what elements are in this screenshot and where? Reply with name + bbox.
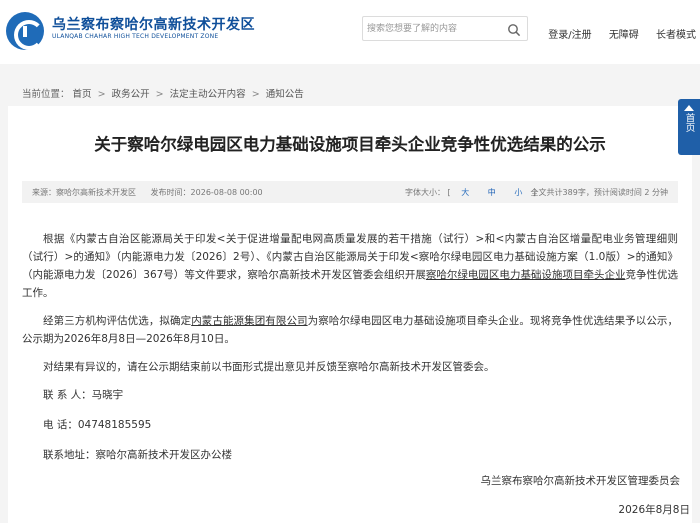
elder-mode-link[interactable]: 长者模式 xyxy=(656,30,696,41)
logo-icon[interactable] xyxy=(6,12,44,50)
breadcrumb-prefix: 当前位置： xyxy=(22,89,70,100)
article-title: 关于察哈尔绿电园区电力基础设施项目牵头企业竞争性优选结果的公示 xyxy=(94,135,606,154)
site-subtitle: ULANQAB CHAHAR HIGH TECH DEVELOPMENT ZON… xyxy=(52,33,219,40)
font-size-medium[interactable]: 中 xyxy=(488,188,496,197)
article-stats: 全文共计389字，预计阅读时间 2 分钟 xyxy=(530,188,668,197)
breadcrumb-separator: > xyxy=(97,89,106,100)
accessibility-link[interactable]: 无障碍 xyxy=(609,30,639,41)
article-paragraph: 对结果有异议的，请在公示期结束前以书面形式提出意见并反馈至察哈尔高新技术开发区管… xyxy=(43,361,495,373)
article-content: 根据《内蒙古自治区能源局关于印发<关于促进增量配电网高质量发展的若干措施（试行）… xyxy=(22,230,678,476)
breadcrumb-separator: > xyxy=(155,89,164,100)
font-size-label: 字体大小： xyxy=(405,188,445,197)
search-box xyxy=(362,16,528,41)
contact-address: 联系地址：察哈尔高新技术开发区办公楼 xyxy=(43,449,232,461)
signature-date: 2026年8月8日 xyxy=(618,504,690,516)
top-links: 登录/注册 无障碍 长者模式 xyxy=(534,26,696,41)
breadcrumb-home[interactable]: 首页 xyxy=(73,89,92,100)
search-input[interactable] xyxy=(367,20,503,38)
company-link[interactable]: 内蒙古能源集团有限公司 xyxy=(191,315,307,327)
article-source: 来源：察哈尔高新技术开发区 xyxy=(32,188,136,197)
float-home-button[interactable]: 首页 xyxy=(678,99,700,155)
search-icon[interactable] xyxy=(507,22,521,37)
font-size-control: 字体大小： [ 大 中 小 ] xyxy=(405,188,536,197)
article-meta: 来源：察哈尔高新技术开发区 发布时间：2026-08-08 00:00 xyxy=(32,187,275,198)
float-home-label: 首页 xyxy=(683,113,695,132)
contact-phone: 电 话：04748185595 xyxy=(43,419,152,431)
login-link[interactable]: 登录/注册 xyxy=(548,30,591,41)
site-title[interactable]: 乌兰察布察哈尔高新技术开发区 xyxy=(52,14,255,34)
font-size-small[interactable]: 小 xyxy=(514,188,522,197)
site-header: 乌兰察布察哈尔高新技术开发区 ULANQAB CHAHAR HIGH TECH … xyxy=(0,0,700,64)
article-meta-bar: 来源：察哈尔高新技术开发区 发布时间：2026-08-08 00:00 字体大小… xyxy=(22,181,678,203)
article-paragraph: 经第三方机构评估优选，拟确定内蒙古能源集团有限公司为察哈尔绿电园区电力基础设施项… xyxy=(22,315,679,345)
font-size-large[interactable]: 大 xyxy=(461,188,469,197)
arrow-up-icon xyxy=(684,105,694,111)
breadcrumb-notices[interactable]: 通知公告 xyxy=(266,89,304,100)
contact-person: 联 系 人：马晓宇 xyxy=(43,389,124,401)
article-paragraph: 根据《内蒙古自治区能源局关于印发<关于促进增量配电网高质量发展的若干措施（试行）… xyxy=(22,233,679,299)
article-publish-time: 发布时间：2026-08-08 00:00 xyxy=(150,188,263,197)
signature-organization: 乌兰察布察哈尔高新技术开发区管理委员会 xyxy=(480,475,681,487)
project-link[interactable]: 察哈尔绿电园区电力基础设施项目牵头企业 xyxy=(426,269,626,281)
breadcrumb-statutory[interactable]: 法定主动公开内容 xyxy=(170,89,246,100)
breadcrumb-gov-affairs[interactable]: 政务公开 xyxy=(112,89,150,100)
breadcrumb: 当前位置： 首页 > 政务公开 > 法定主动公开内容 > 通知公告 xyxy=(22,86,304,100)
breadcrumb-separator: > xyxy=(251,89,260,100)
